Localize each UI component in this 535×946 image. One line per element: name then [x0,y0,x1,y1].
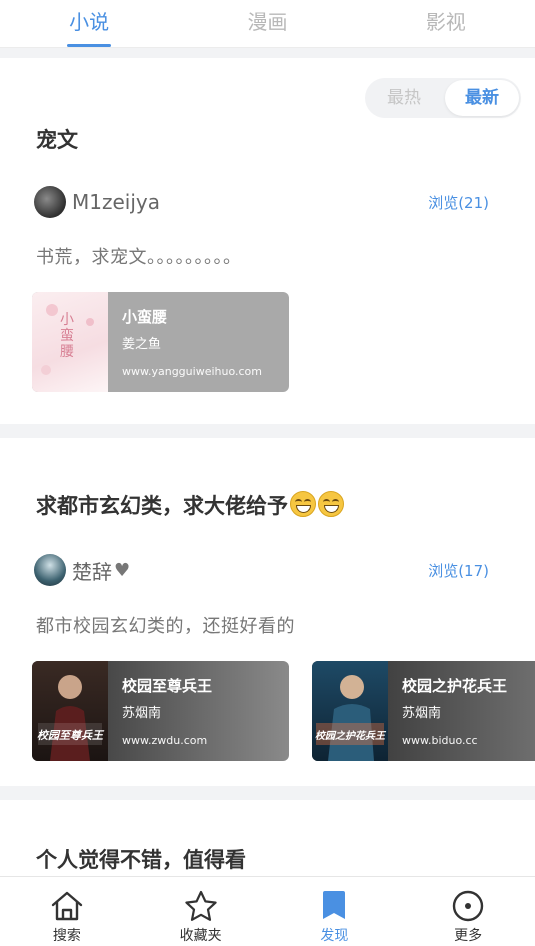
book-source: www.biduo.cc [402,734,478,747]
book-info: 校园之护花兵王 苏烟南 www.biduo.cc [388,661,535,761]
post-feed: 最热 最新 宠文 M1zeijya 浏览(21) 书荒，求宠文。。。。。。。。。… [0,58,535,934]
book-card[interactable]: 小蛮腰 小蛮腰 姜之鱼 www.yangguiweihuo.com [32,292,289,392]
cover-title: 校园之护花兵王 [315,731,385,742]
sort-hot-button[interactable]: 最热 [367,80,441,116]
sort-new-button[interactable]: 最新 [445,80,519,116]
nav-label: 发现 [320,928,349,944]
author-row: M1zeijya 浏览(21) [34,186,489,218]
author-name[interactable]: 楚辞 [72,556,112,585]
cover-title: 校园至尊兵王 [37,729,103,742]
star-icon [184,890,217,921]
bottom-nav: 搜索 收藏夹 发现 更多 [0,876,535,946]
tab-comic[interactable]: 漫画 [178,0,356,47]
home-icon [51,891,83,921]
post-body: 书荒，求宠文。。。。。。。。。 [36,247,242,268]
bookmark-icon [323,891,346,919]
book-cover: 校园之护花兵王 [312,661,388,761]
post-card[interactable]: 最热 最新 宠文 M1zeijya 浏览(21) 书荒，求宠文。。。。。。。。。… [0,58,535,424]
nav-more[interactable]: 更多 [401,877,535,946]
book-cover: 校园至尊兵王 [32,661,108,761]
more-circle-icon [452,890,484,922]
grin-emoji-icon [318,491,344,517]
avatar[interactable] [34,554,66,586]
book-title: 校园至尊兵王 [122,677,213,695]
avatar[interactable] [34,186,66,218]
book-card[interactable]: 校园之护花兵王 校园之护花兵王 苏烟南 www.biduo.cc [312,661,535,761]
book-info: 小蛮腰 姜之鱼 www.yangguiweihuo.com [108,292,289,392]
post-title-text: 求都市玄幻类，求大佬给予 [36,494,288,518]
top-tab-bar: 小说 漫画 影视 [0,0,535,48]
nav-label: 搜索 [52,928,81,944]
tab-film[interactable]: 影视 [357,0,535,47]
nav-favorites[interactable]: 收藏夹 [134,877,268,946]
book-source: www.yangguiweihuo.com [122,365,262,378]
author-row: 楚辞 ♥ 浏览(17) [34,554,489,586]
tab-novel[interactable]: 小说 [0,0,178,47]
view-count: 浏览(21) [428,193,489,212]
book-card[interactable]: 校园至尊兵王 校园至尊兵王 苏烟南 www.zwdu.com [32,661,289,761]
book-author: 姜之鱼 [122,337,162,352]
post-title: 宠文 [36,128,78,152]
author-name[interactable]: M1zeijya [72,190,160,214]
post-body: 都市校园玄幻类的，还挺好看的 [36,616,295,637]
post-title: 个人觉得不错，值得看 [36,848,246,872]
book-info: 校园至尊兵王 苏烟南 www.zwdu.com [108,661,289,761]
book-author: 苏烟南 [122,706,162,721]
book-title: 小蛮腰 [122,308,168,326]
book-source: www.zwdu.com [122,734,208,747]
cover-art [316,675,384,761]
heart-icon: ♥ [114,559,131,581]
book-cover: 小蛮腰 [32,292,108,392]
post-card[interactable]: 求都市玄幻类，求大佬给予 楚辞 ♥ 浏览(17) 都市校园玄幻类的，还挺好看的 … [0,438,535,786]
nav-label: 更多 [454,928,483,944]
sort-toggle: 最热 最新 [365,78,521,118]
book-title: 校园之护花兵王 [402,677,508,695]
nav-search[interactable]: 搜索 [0,877,134,946]
post-title: 求都市玄幻类，求大佬给予 [36,490,344,520]
grin-emoji-icon [290,491,316,517]
nav-discover[interactable]: 发现 [268,877,402,946]
book-author: 苏烟南 [402,706,442,721]
nav-label: 收藏夹 [179,928,222,944]
cover-art [38,675,102,761]
cover-title: 小蛮腰 [60,312,74,360]
view-count: 浏览(17) [428,561,489,580]
